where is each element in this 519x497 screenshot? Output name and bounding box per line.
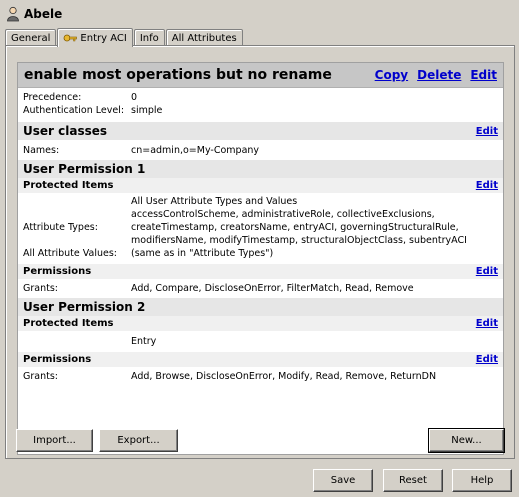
- user-classes-section: User classes Edit: [18, 122, 503, 140]
- auth-level-label: Authentication Level:: [23, 105, 125, 116]
- grants-row: Grants: Add, Browse, DiscloseOnError, Mo…: [18, 370, 503, 383]
- user-icon: [7, 6, 19, 22]
- subsection-title: Permissions: [23, 354, 92, 365]
- attribute-types-row: Attribute Types: accessControlScheme, ad…: [18, 208, 503, 247]
- precedence-value: 0: [131, 92, 138, 103]
- window-title: Abele: [24, 7, 63, 21]
- entry-text: Entry: [131, 336, 157, 347]
- edit-permissions-1-link[interactable]: Edit: [476, 266, 498, 277]
- button-label: Import...: [33, 435, 76, 446]
- edit-protected-items-1-link[interactable]: Edit: [476, 180, 498, 191]
- attribute-types-label: Attribute Types:: [23, 222, 98, 233]
- precedence-label: Precedence:: [23, 92, 82, 103]
- button-label: New...: [451, 435, 482, 446]
- subsection-title: Protected Items: [23, 318, 114, 329]
- protected-items-header: Protected Items Edit: [18, 316, 503, 331]
- edit-user-classes-link[interactable]: Edit: [476, 126, 498, 137]
- all-user-attr-text: All User Attribute Types and Values: [131, 196, 298, 207]
- key-icon: [64, 34, 78, 42]
- grants-label: Grants:: [23, 283, 58, 294]
- edit-aci-link[interactable]: Edit: [470, 68, 497, 82]
- tab-label: General: [11, 32, 51, 44]
- tab-entry-aci[interactable]: Entry ACI: [57, 28, 133, 47]
- attribute-types-line: accessControlScheme, administrativeRole,…: [131, 209, 435, 220]
- permissions-header: Permissions Edit: [18, 264, 503, 279]
- tab-info[interactable]: Info: [133, 29, 165, 46]
- reset-button[interactable]: Reset: [383, 469, 443, 492]
- grants-value: Add, Compare, DiscloseOnError, FilterMat…: [131, 283, 414, 294]
- grants-row: Grants: Add, Compare, DiscloseOnError, F…: [18, 282, 503, 295]
- all-attribute-values-label: All Attribute Values:: [23, 248, 118, 259]
- subsection-title: Permissions: [23, 266, 92, 277]
- user-permission-2-section: User Permission 2: [18, 298, 503, 316]
- button-label: Export...: [117, 435, 160, 446]
- all-attribute-values-row: All Attribute Values: (same as in "Attri…: [18, 247, 503, 260]
- entry-row: Entry: [18, 335, 503, 348]
- button-label: Save: [330, 475, 356, 486]
- new-button[interactable]: New...: [428, 428, 505, 453]
- grants-value: Add, Browse, DiscloseOnError, Modify, Re…: [131, 371, 437, 382]
- names-label: Names:: [23, 145, 60, 156]
- section-title: User Permission 2: [23, 300, 146, 314]
- attribute-types-line: modifiersName, modifyTimestamp, structur…: [131, 235, 467, 246]
- delete-link[interactable]: Delete: [417, 68, 461, 82]
- attribute-types-line: createTimestamp, creatorsName, entryACI,…: [131, 222, 459, 233]
- button-label: Help: [470, 475, 494, 486]
- all-attribute-values-value: (same as in "Attribute Types"): [131, 248, 274, 259]
- tab-all-attributes[interactable]: All Attributes: [165, 29, 243, 46]
- tab-bar: General Entry ACI Info All Attributes: [5, 27, 244, 47]
- window-titlebar: Abele: [6, 5, 62, 23]
- entry-aci-panel: enable most operations but no rename Cop…: [5, 45, 515, 459]
- all-user-attr-row: All User Attribute Types and Values: [18, 195, 503, 208]
- help-button[interactable]: Help: [452, 469, 512, 492]
- aci-title: enable most operations but no rename: [24, 67, 332, 83]
- aci-view: enable most operations but no rename Cop…: [17, 62, 504, 455]
- precedence-row: Precedence: 0: [18, 91, 503, 104]
- tab-label: Info: [139, 32, 159, 44]
- edit-permissions-2-link[interactable]: Edit: [476, 354, 498, 365]
- section-title: User classes: [23, 124, 108, 138]
- copy-link[interactable]: Copy: [375, 68, 408, 82]
- export-button[interactable]: Export...: [99, 429, 178, 452]
- auth-level-row: Authentication Level: simple: [18, 104, 503, 117]
- import-button[interactable]: Import...: [16, 429, 93, 452]
- attribute-types-value: accessControlScheme, administrativeRole,…: [131, 208, 498, 247]
- permissions-header: Permissions Edit: [18, 352, 503, 367]
- user-permission-1-section: User Permission 1: [18, 160, 503, 178]
- tab-label: All Attributes: [171, 32, 237, 44]
- tab-label: Entry ACI: [80, 32, 127, 44]
- subsection-title: Protected Items: [23, 180, 114, 191]
- section-title: User Permission 1: [23, 162, 146, 176]
- tab-general[interactable]: General: [5, 29, 57, 46]
- save-button[interactable]: Save: [313, 469, 373, 492]
- button-label: Reset: [399, 475, 427, 486]
- aci-header: enable most operations but no rename Cop…: [18, 63, 503, 88]
- names-row: Names: cn=admin,o=My-Company: [18, 144, 503, 157]
- auth-level-value: simple: [131, 105, 163, 116]
- names-value: cn=admin,o=My-Company: [131, 145, 260, 156]
- edit-protected-items-2-link[interactable]: Edit: [476, 318, 498, 329]
- protected-items-header: Protected Items Edit: [18, 178, 503, 193]
- grants-label: Grants:: [23, 371, 58, 382]
